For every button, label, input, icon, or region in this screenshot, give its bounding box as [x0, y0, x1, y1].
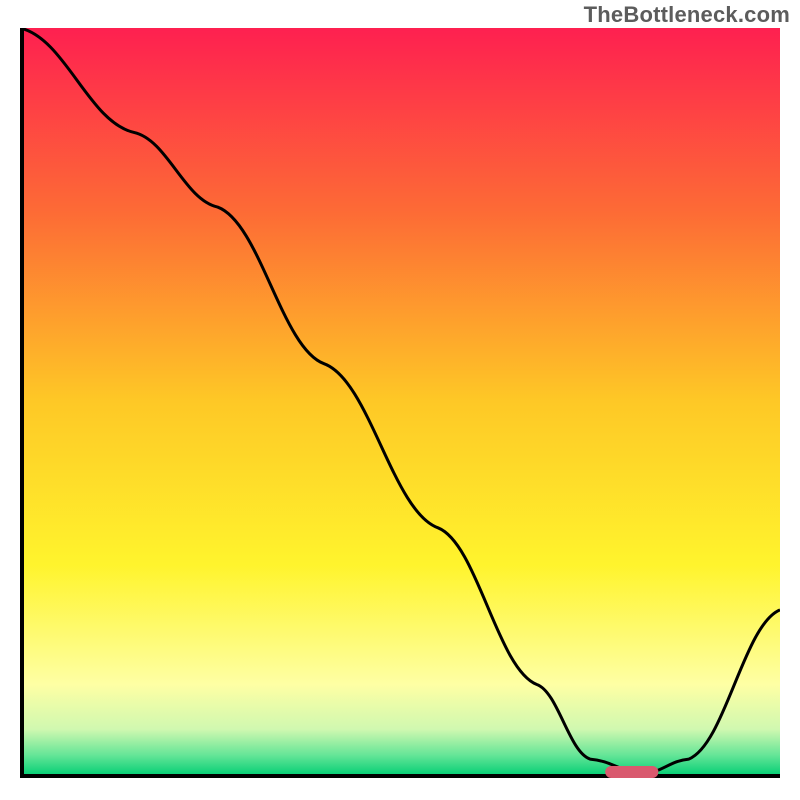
watermark-text: TheBottleneck.com — [584, 2, 790, 28]
chart-container — [20, 28, 780, 780]
plot-background — [20, 28, 780, 774]
chart-svg — [20, 28, 780, 780]
optimal-marker — [605, 766, 658, 778]
chart-frame: TheBottleneck.com — [0, 0, 800, 800]
